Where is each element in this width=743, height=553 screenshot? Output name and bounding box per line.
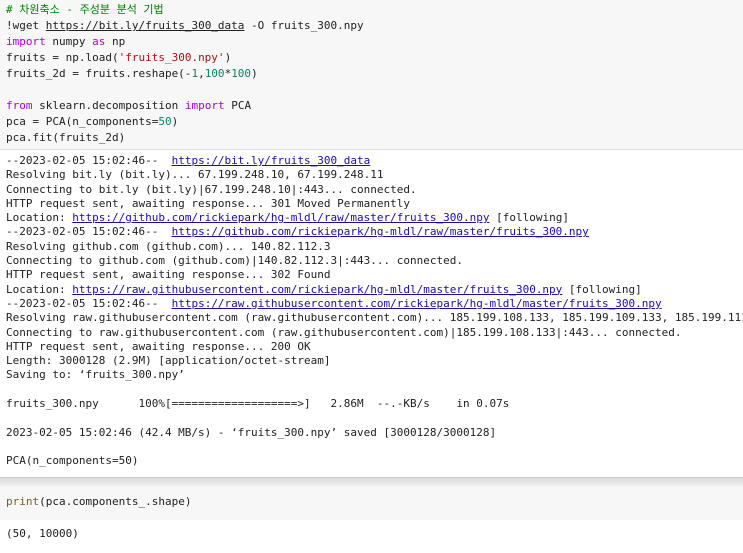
- output-line: 2023-02-05 15:02:46 (42.4 MB/s) - ‘fruit…: [6, 425, 497, 439]
- code-line: # 차원축소 - 주성분 분석 기법: [6, 2, 743, 18]
- output-result: (50, 10000): [6, 526, 79, 540]
- code-line: print(pca.components_.shape): [6, 494, 743, 510]
- keyword: import: [6, 35, 46, 48]
- code-comment: # 차원축소 - 주성분 분석 기법: [6, 3, 164, 16]
- output-text: --2023-02-05 15:02:46--: [6, 154, 172, 167]
- code-text: (pca.components_.shape): [39, 494, 192, 508]
- cell-divider: [0, 476, 743, 486]
- keyword: import: [184, 99, 225, 112]
- code-text: fruits = np.load(: [6, 51, 119, 64]
- code-line: fruits = np.load('fruits_300.npy'): [6, 50, 743, 66]
- code-text: ): [251, 67, 258, 80]
- output-line: Location: https://github.com/rickiepark/…: [6, 211, 743, 225]
- output-area-2: (50, 10000): [0, 520, 743, 542]
- output-link[interactable]: https://bit.ly/fruits_300_data: [172, 154, 371, 167]
- output-line: Saving to: ‘fruits_300.npy’: [6, 368, 185, 382]
- code-line: from sklearn.decomposition import PCA: [6, 98, 743, 114]
- output-result: PCA(n_components=50): [6, 454, 139, 468]
- number-literal: 50: [158, 115, 172, 128]
- output-line: --2023-02-05 15:02:46-- https://github.c…: [6, 225, 743, 239]
- code-line: fruits_2d = fruits.reshape(-1,100*100): [6, 66, 743, 82]
- output-line: Connecting to raw.githubusercontent.com …: [6, 325, 682, 339]
- code-text: fruits_2d = fruits.reshape(-: [6, 67, 192, 80]
- output-area-1: --2023-02-05 15:02:46-- https://bit.ly/f…: [0, 150, 743, 475]
- code-text: pca.fit(fruits_2d): [6, 131, 126, 144]
- output-text: [following]: [489, 211, 569, 225]
- code-text: ): [171, 115, 179, 128]
- output-text: [following]: [562, 282, 642, 296]
- code-cell-2[interactable]: print(pca.components_.shape): [0, 485, 743, 520]
- code-text: numpy: [45, 35, 93, 48]
- output-text: --2023-02-05 15:02:46--: [6, 225, 172, 239]
- code-line: import numpy as np: [6, 34, 743, 50]
- code-cell-1[interactable]: # 차원축소 - 주성분 분석 기법 !wget https://bit.ly/…: [0, 0, 743, 150]
- output-line: Connecting to bit.ly (bit.ly)|67.199.248…: [6, 182, 417, 196]
- output-text: --2023-02-05 15:02:46--: [6, 296, 172, 310]
- output-text: Location:: [6, 282, 73, 296]
- code-url[interactable]: https://bit.ly/fruits_300_data: [46, 19, 245, 32]
- output-line: Length: 3000128 (2.9M) [application/octe…: [6, 354, 331, 368]
- output-link[interactable]: https://github.com/rickiepark/hg-mldl/ra…: [72, 211, 489, 224]
- output-line: HTTP request sent, awaiting response... …: [6, 268, 331, 282]
- code-text: ,: [198, 67, 205, 80]
- output-line: Resolving bit.ly (bit.ly)... 67.199.248.…: [6, 168, 384, 182]
- code-text: PCA: [224, 99, 252, 112]
- output-line: --2023-02-05 15:02:46-- https://raw.gith…: [6, 297, 743, 311]
- code-text: !wget: [6, 19, 46, 32]
- output-line: HTTP request sent, awaiting response... …: [6, 196, 410, 210]
- number-literal: 100: [231, 67, 252, 80]
- number-literal: 100: [204, 67, 225, 80]
- code-text: pca = PCA(n_components=: [6, 115, 159, 128]
- output-line: --2023-02-05 15:02:46-- https://bit.ly/f…: [6, 154, 743, 168]
- output-line: Connecting to github.com (github.com)|14…: [6, 254, 463, 268]
- keyword: as: [92, 35, 106, 48]
- output-line: Resolving raw.githubusercontent.com (raw…: [6, 311, 743, 325]
- output-line: HTTP request sent, awaiting response... …: [6, 339, 311, 353]
- code-line: pca = PCA(n_components=50): [6, 114, 743, 130]
- output-line: Location: https://raw.githubusercontent.…: [6, 283, 743, 297]
- output-link[interactable]: https://github.com/rickiepark/hg-mldl/ra…: [172, 225, 589, 238]
- code-line: !wget https://bit.ly/fruits_300_data -O …: [6, 18, 743, 34]
- code-text: np: [105, 35, 126, 48]
- output-link[interactable]: https://raw.githubusercontent.com/rickie…: [172, 297, 662, 310]
- code-text: ): [224, 51, 232, 64]
- code-line: pca.fit(fruits_2d): [6, 130, 743, 146]
- output-line: Resolving github.com (github.com)... 140…: [6, 239, 331, 253]
- builtin-function: print: [6, 494, 40, 508]
- output-link[interactable]: https://raw.githubusercontent.com/rickie…: [72, 283, 562, 296]
- keyword: from: [6, 99, 33, 112]
- download-progress-line: fruits_300.npy 100%[===================>…: [6, 397, 510, 411]
- code-text: -O fruits_300.npy: [244, 19, 364, 32]
- code-text: sklearn.decomposition: [32, 99, 185, 112]
- output-text: Location:: [6, 211, 73, 225]
- string-literal: 'fruits_300.npy': [118, 51, 225, 64]
